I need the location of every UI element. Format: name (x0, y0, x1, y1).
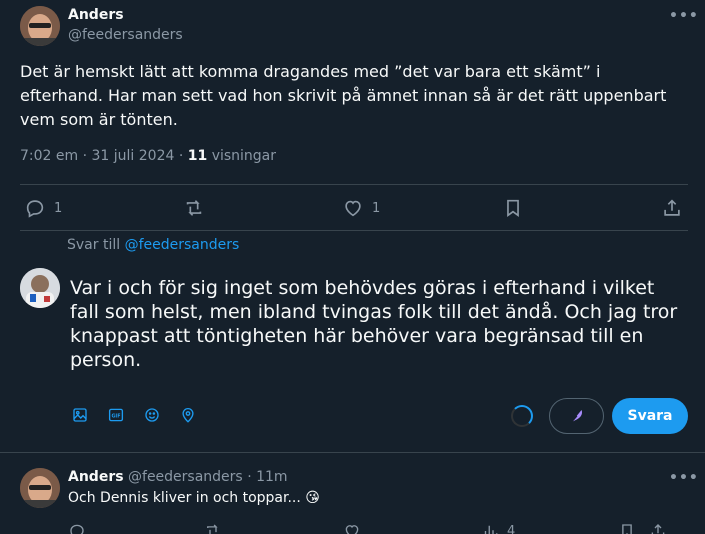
bookmark-action-button[interactable] (502, 197, 524, 219)
like-action-button[interactable]: 1 (342, 197, 380, 219)
like-action-button[interactable] (343, 522, 361, 534)
reply-action-button[interactable]: 1 (24, 197, 62, 219)
views-action-button[interactable]: 4 (481, 522, 515, 534)
reply-author-name[interactable]: Anders (68, 469, 124, 485)
more-options-icon[interactable]: ••• (669, 470, 699, 486)
reply-icon (26, 200, 44, 218)
tweet-date[interactable]: 31 juli 2024 (92, 148, 175, 164)
author-handle[interactable]: @feedersanders (68, 27, 183, 43)
divider (0, 452, 705, 453)
reply-tweet-text-row: Och Dennis kliver in och toppar... 😘 (68, 490, 320, 506)
image-icon[interactable] (71, 406, 89, 428)
meta-separator: · (82, 148, 92, 164)
emoji-icon[interactable] (143, 406, 161, 428)
gif-icon[interactable]: GIF (107, 406, 125, 428)
meta-separator: · (178, 148, 188, 164)
views-label: visningar (211, 148, 277, 164)
reply-tweet-header: Anders @feedersanders · 11m (68, 469, 288, 485)
bookmark-icon (622, 524, 632, 534)
retweet-icon (186, 200, 202, 216)
reply-submit-button[interactable]: Svara (612, 398, 688, 434)
divider (20, 230, 688, 231)
reply-to-handle[interactable]: @feedersanders (125, 237, 240, 253)
views-count: 11 (187, 148, 208, 164)
reply-author-handle[interactable]: @feedersanders (128, 469, 243, 485)
retweet-action-button[interactable] (204, 522, 222, 534)
reply-tweet-text: Och Dennis kliver in och toppar... (68, 490, 301, 506)
tweet-text: Det är hemskt lätt att komma dragandes m… (20, 62, 667, 129)
user-avatar[interactable] (20, 268, 60, 308)
author-avatar[interactable] (20, 6, 60, 46)
share-action-button[interactable] (661, 197, 683, 219)
tweet-meta: 7:02 em · 31 juli 2024 · 11 visningar (20, 148, 276, 164)
character-count-ring (511, 405, 533, 427)
share-icon (651, 524, 665, 534)
views-count: 4 (507, 523, 516, 534)
location-icon[interactable] (179, 406, 197, 428)
heart-icon (345, 525, 359, 534)
reply-input[interactable]: Var i och för sig inget som behövdes gör… (70, 276, 680, 372)
share-action-button[interactable] (649, 522, 667, 534)
reply-time[interactable]: 11m (256, 469, 287, 485)
retweet-icon (207, 524, 219, 534)
retweet-action-button[interactable] (183, 197, 205, 219)
bookmark-icon (507, 199, 519, 217)
author-name[interactable]: Anders (68, 7, 124, 23)
reply-icon (70, 524, 84, 534)
grok-feather-icon (570, 410, 582, 423)
bookmark-action-button[interactable] (618, 522, 636, 534)
divider (20, 184, 688, 185)
tweet-time[interactable]: 7:02 em (20, 148, 78, 164)
svg-text:GIF: GIF (111, 414, 120, 420)
meta-separator: · (247, 469, 252, 485)
grok-enhance-button[interactable] (549, 398, 604, 434)
reply-author-avatar[interactable] (20, 468, 60, 508)
reply-count: 1 (54, 200, 63, 216)
views-chart-icon (484, 525, 498, 534)
like-count: 1 (372, 200, 381, 216)
reply-to-line: Svar till @feedersanders (67, 237, 239, 253)
heart-icon (345, 200, 361, 217)
kiss-emoji: 😘 (305, 490, 320, 506)
share-icon (664, 199, 680, 216)
reply-action-button[interactable] (68, 522, 86, 534)
reply-to-prefix: Svar till (67, 237, 121, 253)
more-options-icon[interactable]: ••• (669, 8, 699, 24)
